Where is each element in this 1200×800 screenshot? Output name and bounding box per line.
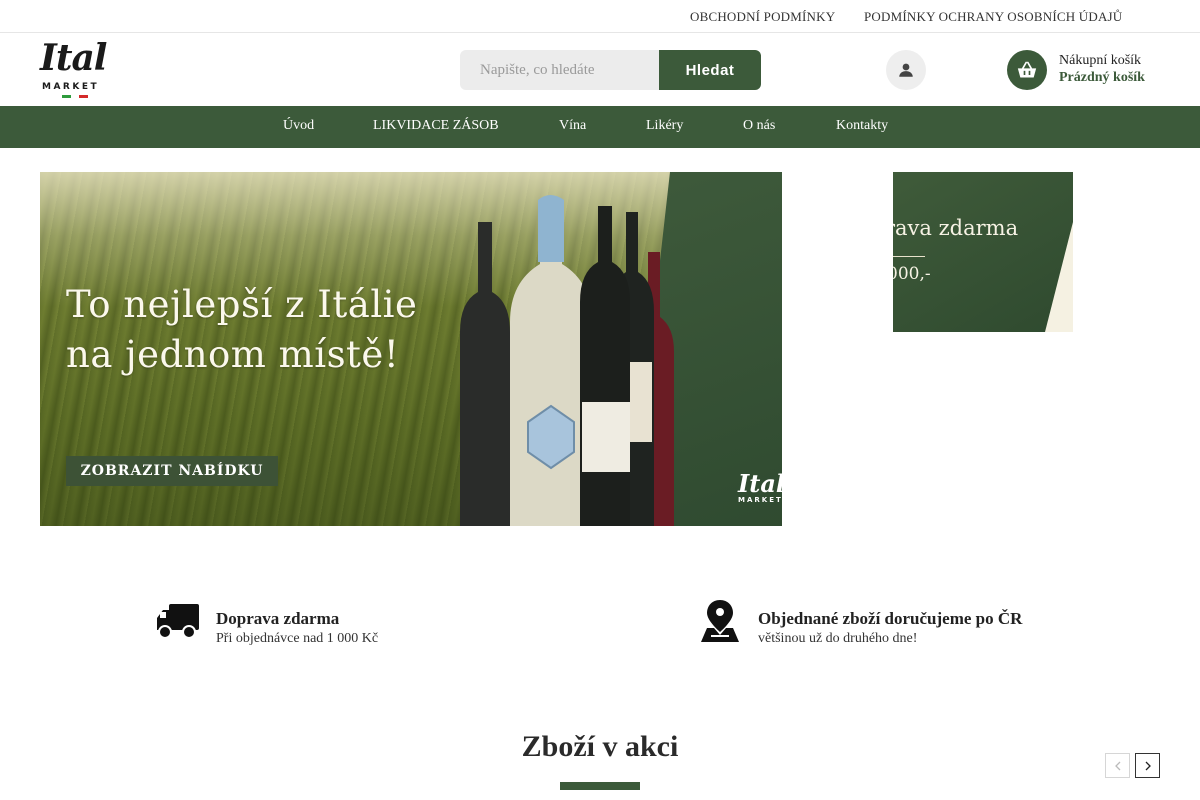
carousel-next-button[interactable] [1135, 753, 1160, 778]
hero-logo-wordmark: MARKET [738, 496, 782, 504]
hero-logo-script: Ital [738, 469, 782, 498]
hero-headline-line2: na jednom místě! [66, 333, 400, 376]
user-icon [899, 63, 913, 77]
feature-subtitle: Při objednávce nad 1 000 Kč [216, 631, 379, 646]
wine-bottles-image [460, 195, 674, 526]
terms-link[interactable]: OBCHODNÍ PODMÍNKY [690, 9, 835, 25]
privacy-policy-link[interactable]: PODMÍNKY OCHRANY OSOBNÍCH ÚDAJŮ [864, 9, 1122, 25]
section-title-sale: Zboží v akci [521, 730, 679, 763]
search-form: Hledat [460, 50, 761, 90]
cart-widget[interactable]: Nákupní košík Prázdný košík [1007, 50, 1167, 90]
feature-title: Doprava zdarma [216, 609, 340, 628]
basket-icon[interactable] [1007, 50, 1047, 90]
cart-title: Nákupní košík [1059, 53, 1142, 68]
nav-item-liqueurs[interactable]: Likéry [646, 118, 683, 134]
nav-item-contacts[interactable]: Kontakty [836, 118, 888, 134]
side-banner-background [893, 172, 1073, 332]
free-shipping-banner[interactable]: rava zdarma 000,- [893, 172, 1073, 332]
hero-headline-line1: To nejlepší z Itálie [66, 283, 418, 326]
feature-title: Objednané zboží doručujeme po ČR [758, 609, 1023, 628]
italian-flag-icon [62, 95, 89, 98]
side-banner-heading: rava zdarma [893, 216, 1019, 240]
feature-free-shipping: Doprava zdarma Při objednávce nad 1 000 … [155, 598, 415, 648]
nav-item-wines[interactable]: Vína [559, 118, 586, 134]
main-navigation: Úvod LIKVIDACE ZÁSOB Vína Likéry O nás K… [0, 106, 1200, 148]
hero-headline: To nejlepší z Itálie na jednom místě! [66, 280, 417, 380]
chevron-left-icon [1114, 761, 1120, 770]
top-utility-bar: OBCHODNÍ PODMÍNKY PODMÍNKY OCHRANY OSOBN… [0, 0, 1200, 33]
cart-status: Prázdný košík [1059, 70, 1145, 85]
hero-logo: Ital MARKET [738, 469, 782, 505]
logo-script: Ital [40, 37, 107, 79]
site-logo[interactable]: Ital MARKET [40, 37, 112, 101]
logo-wordmark: MARKET [42, 82, 100, 92]
carousel-prev-button[interactable] [1105, 753, 1130, 778]
section-title-underline [560, 782, 640, 790]
feature-subtitle: většinou už do druhého dne! [758, 631, 918, 646]
map-pin-icon [701, 600, 739, 642]
side-banner-amount: 000,- [893, 264, 931, 284]
hero-banner[interactable]: To nejlepší z Itálie na jednom místě! ZO… [40, 172, 782, 526]
side-banner-divider [893, 256, 925, 257]
search-button[interactable]: Hledat [659, 50, 761, 90]
site-header: Ital MARKET Hledat Nákupní košík Prázdný… [0, 33, 1200, 106]
feature-delivery: Objednané zboží doručujeme po ČR většino… [697, 598, 1057, 648]
user-account-button[interactable] [886, 50, 926, 90]
nav-item-clearance[interactable]: LIKVIDACE ZÁSOB [373, 118, 499, 134]
nav-item-about[interactable]: O nás [743, 118, 775, 134]
chevron-right-icon [1145, 761, 1151, 770]
truck-icon [157, 604, 199, 639]
show-offer-button[interactable]: ZOBRAZIT NABÍDKU [66, 456, 278, 486]
search-input[interactable] [460, 50, 659, 90]
nav-item-home[interactable]: Úvod [283, 118, 314, 134]
